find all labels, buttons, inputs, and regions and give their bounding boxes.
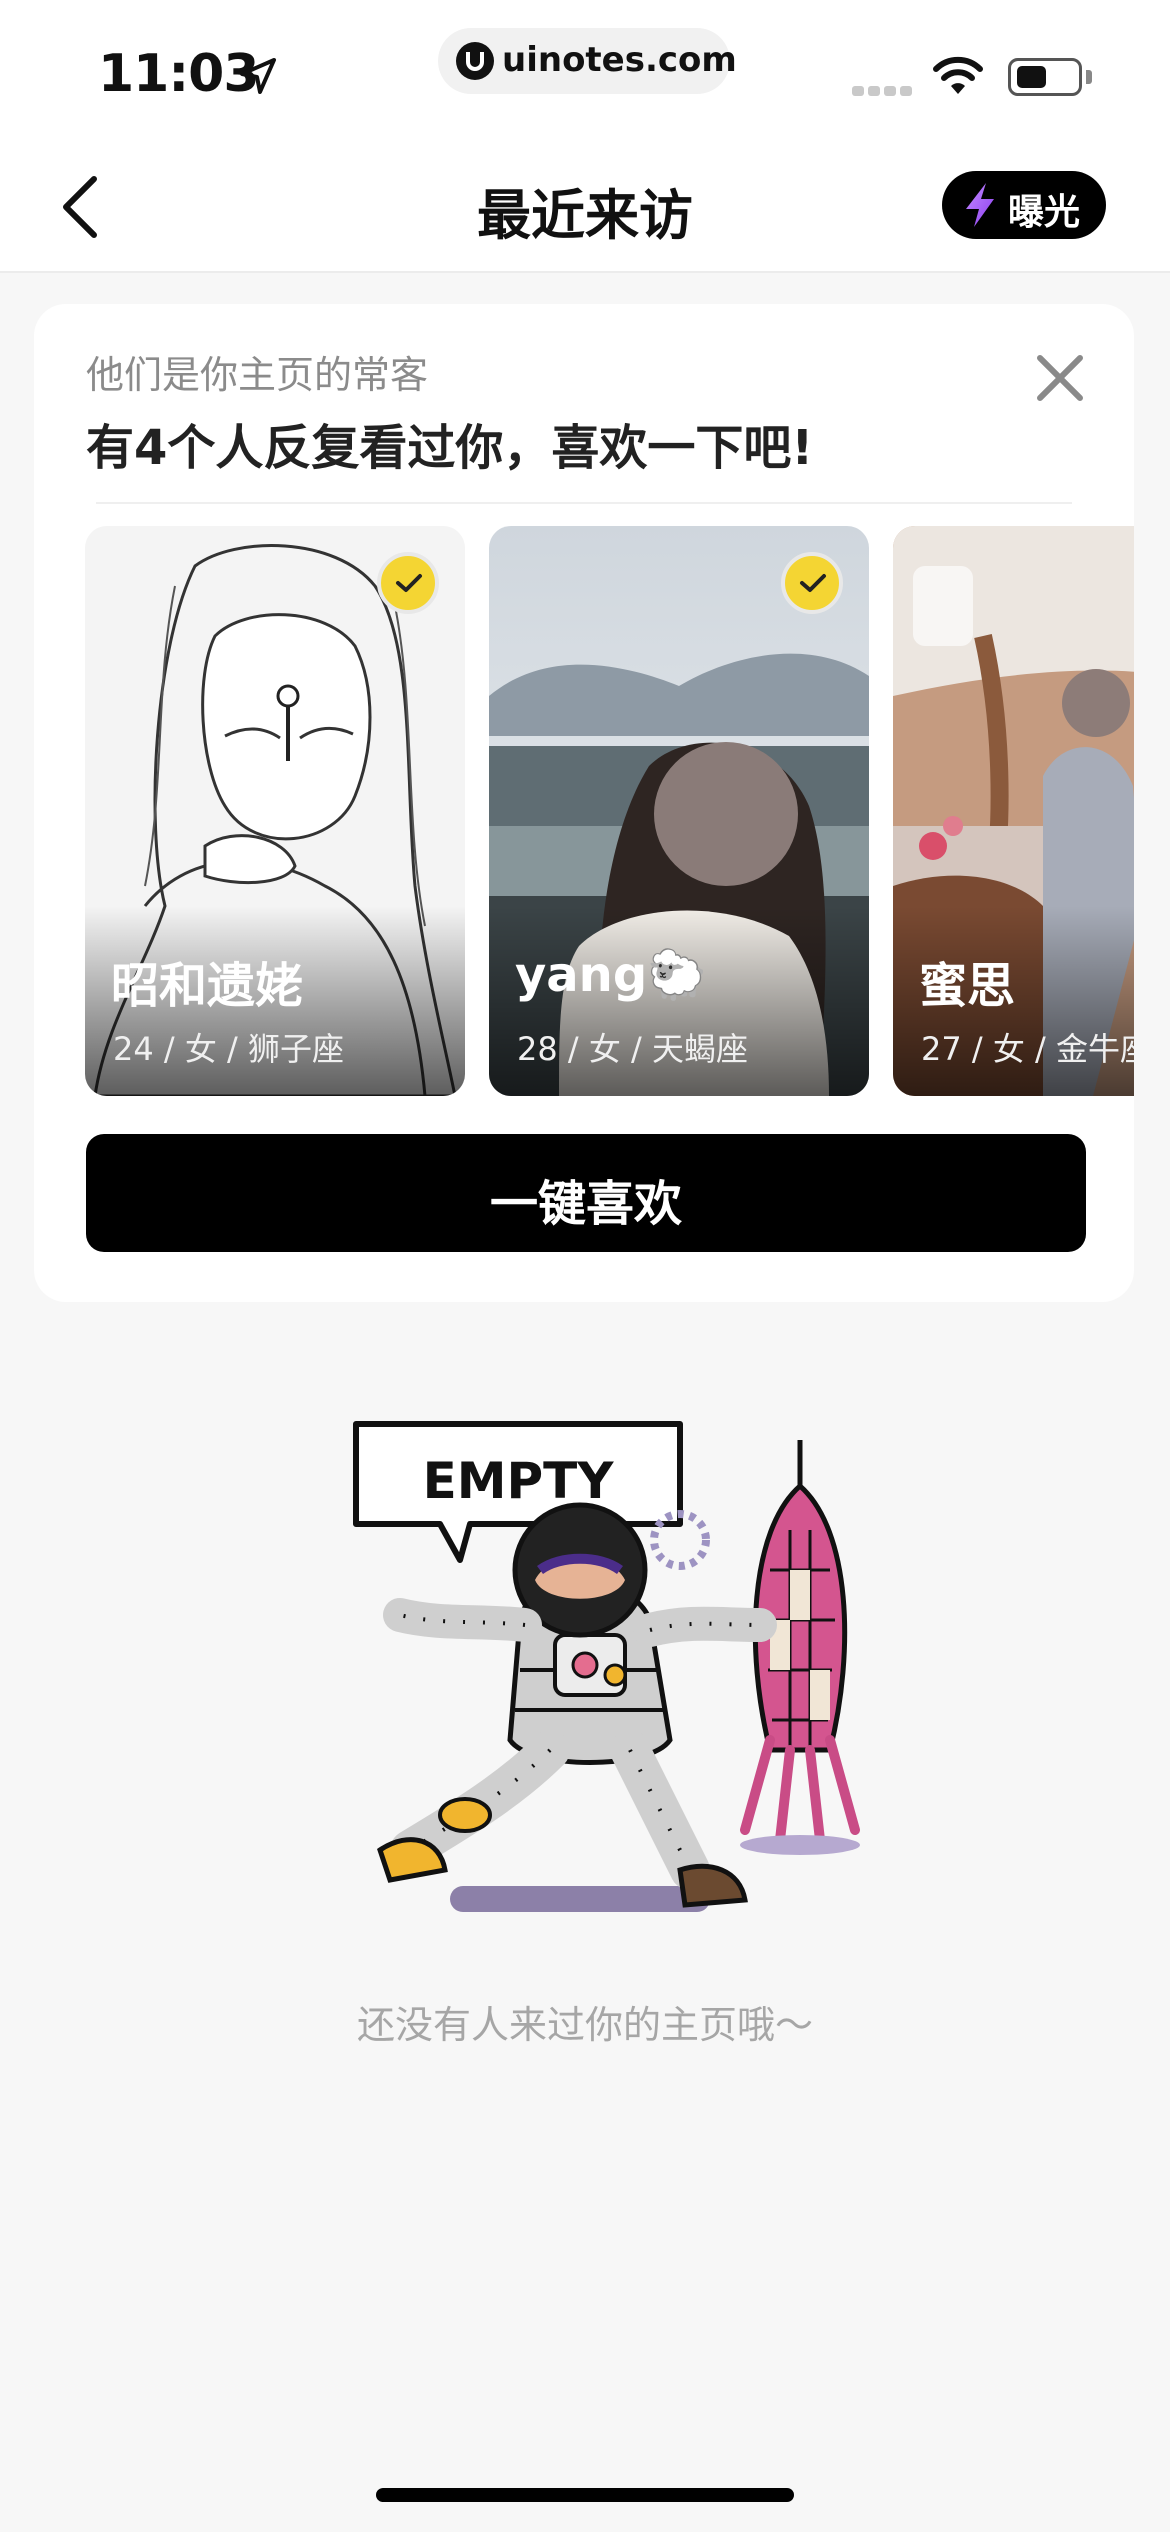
- nav-bar: 最近来访 曝光: [0, 135, 1170, 273]
- lightning-icon: [966, 183, 994, 227]
- site-logo-icon: [456, 42, 494, 80]
- like-all-label: 一键喜欢: [489, 1176, 682, 1232]
- divider: [96, 502, 1072, 504]
- location-arrow-icon: [240, 58, 276, 94]
- profile-meta: 27 / 女 / 金牛座: [921, 1030, 1134, 1068]
- profile-carousel[interactable]: 昭和遗姥 24 / 女 / 狮子座 yang🐑 28 / 女 / 天蝎座 蜜思 …: [34, 526, 1134, 1096]
- profile-meta: 28 / 女 / 天蝎座: [517, 1030, 748, 1068]
- close-icon[interactable]: [1032, 350, 1088, 406]
- wifi-icon: [933, 56, 983, 94]
- battery-tip: [1086, 70, 1092, 84]
- empty-message: 还没有人来过你的主页哦～: [356, 2003, 813, 2047]
- card-headline: 有4个人反复看过你，喜欢一下吧!: [86, 420, 814, 476]
- empty-badge-text: EMPTY: [423, 1452, 615, 1510]
- profile-card[interactable]: 昭和遗姥 24 / 女 / 狮子座: [85, 526, 465, 1096]
- profile-card[interactable]: yang🐑 28 / 女 / 天蝎座: [489, 526, 869, 1096]
- profile-meta: 24 / 女 / 狮子座: [113, 1030, 344, 1068]
- profile-name: 昭和遗姥: [111, 958, 304, 1014]
- profile-card[interactable]: 蜜思 27 / 女 / 金牛座: [893, 526, 1134, 1096]
- expose-label: 曝光: [1008, 192, 1081, 233]
- profile-name: yang🐑: [515, 947, 707, 1003]
- selected-check-icon[interactable]: [781, 552, 843, 614]
- card-subtitle: 他们是你主页的常客: [86, 353, 429, 397]
- like-all-button[interactable]: 一键喜欢: [86, 1134, 1086, 1252]
- battery-icon: [1008, 58, 1082, 96]
- expose-button[interactable]: 曝光: [942, 171, 1106, 239]
- selected-check-icon[interactable]: [377, 552, 439, 614]
- recent-visitors-screen: 11:03 uinotes.com 最近来访 曝光 他们是你主页的常客 有4个人…: [0, 0, 1170, 2532]
- profile-name: 蜜思: [919, 958, 1016, 1014]
- url-text: uinotes.com: [502, 40, 737, 80]
- status-bar: 11:03 uinotes.com: [0, 0, 1170, 135]
- empty-astronaut-illustration: EMPTY: [353, 1421, 860, 1912]
- home-indicator[interactable]: [376, 2488, 794, 2502]
- url-pill[interactable]: uinotes.com: [438, 28, 737, 94]
- signal-icon: [852, 86, 914, 96]
- status-time: 11:03: [98, 44, 260, 104]
- frequent-visitors-card: 他们是你主页的常客 有4个人反复看过你，喜欢一下吧! 昭和遗姥 24 / 女 /…: [34, 304, 1134, 1302]
